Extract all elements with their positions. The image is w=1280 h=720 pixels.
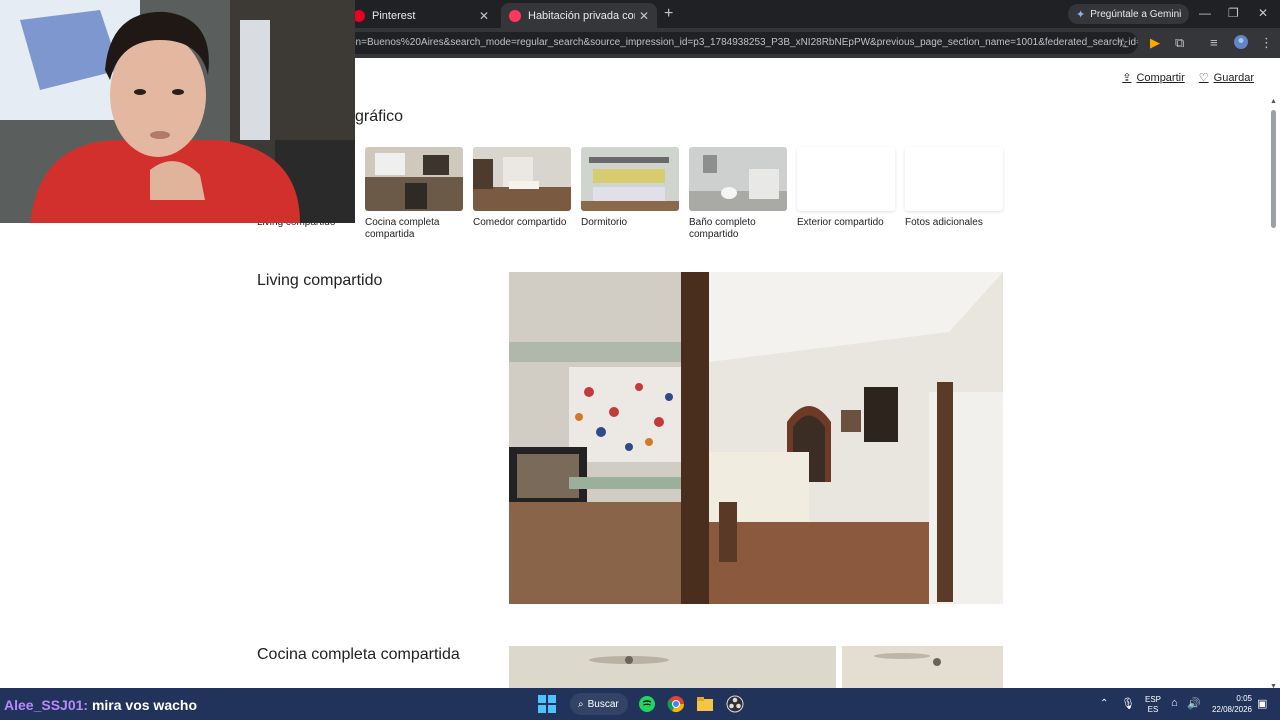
- listing-actions: ⇪ Compartir ♡ Guardar: [1122, 71, 1254, 85]
- tab-pinterest[interactable]: Pinterest ✕: [345, 3, 497, 28]
- kitchen-photo[interactable]: [509, 646, 836, 688]
- restore-icon[interactable]: ❐: [1228, 6, 1239, 20]
- extensions-puzzle-icon[interactable]: ⧉: [1175, 35, 1184, 51]
- share-label: Compartir: [1136, 71, 1185, 84]
- tab-title: Habitación privada con baño en: [528, 9, 635, 22]
- tab-title: Pinterest: [372, 9, 416, 22]
- obs-icon[interactable]: [726, 695, 744, 713]
- tray-chevron-icon[interactable]: ⌃: [1100, 698, 1108, 709]
- lang-top: ESP: [1145, 695, 1162, 704]
- thumbnail-kitchen[interactable]: Cocina completa compartida: [365, 147, 463, 241]
- page-scrollbar[interactable]: ▲ ▼: [1268, 98, 1280, 690]
- chrome-menu-icon[interactable]: ⋮: [1260, 35, 1273, 51]
- airbnb-favicon-icon: [509, 9, 521, 22]
- thumbnail-label: Cocina completa compartida: [365, 217, 440, 240]
- thumbnail-label: Fotos adicionales: [905, 217, 983, 228]
- webcam-overlay: [0, 0, 355, 223]
- chat-username: Alee_SSJ01:: [4, 697, 89, 713]
- taskbar-search-label: Buscar: [587, 698, 619, 710]
- thumbnail-image: [581, 147, 679, 211]
- save-label: Guardar: [1213, 71, 1254, 84]
- chrome-icon[interactable]: [667, 695, 685, 713]
- stream-chat-message: Alee_SSJ01: mira vos wacho: [4, 697, 197, 713]
- volume-icon[interactable]: 🔊: [1187, 697, 1201, 710]
- close-tab-icon[interactable]: ✕: [479, 9, 489, 23]
- thumbnail-image: [797, 147, 895, 211]
- thumbnail-additional[interactable]: Fotos adicionales: [905, 147, 1003, 229]
- gemini-button[interactable]: ✦ Pregúntale a Gemini: [1068, 4, 1190, 24]
- gemini-label: Pregúntale a Gemini: [1090, 8, 1182, 20]
- living-room-photo[interactable]: [509, 272, 1003, 604]
- thumbnail-label: Comedor compartido: [473, 217, 567, 228]
- thumbnail-label: Baño completo compartido: [689, 217, 756, 240]
- share-button[interactable]: ⇪ Compartir: [1122, 71, 1185, 85]
- chat-text: mira vos wacho: [91, 697, 197, 713]
- network-icon[interactable]: ⌂: [1171, 697, 1178, 709]
- windows-taskbar: Alee_SSJ01: mira vos wacho ⌕ Buscar ⌃ 🎙 …: [0, 688, 1280, 720]
- new-tab-button[interactable]: +: [664, 5, 673, 23]
- thumbnail-bathroom[interactable]: Baño completo compartido: [689, 147, 787, 241]
- bookmark-star-icon[interactable]: ☆: [1117, 35, 1129, 51]
- close-window-icon[interactable]: ✕: [1258, 6, 1268, 20]
- scroll-up-icon[interactable]: ▲: [1270, 98, 1277, 105]
- notifications-icon[interactable]: ▣: [1257, 697, 1267, 710]
- thumbnail-image: [905, 147, 1003, 211]
- media-controls-icon[interactable]: ≡: [1210, 35, 1218, 50]
- search-icon: ⌕: [578, 698, 584, 710]
- extension-play-icon[interactable]: ▶: [1150, 35, 1160, 51]
- thumbnail-exterior[interactable]: Exterior compartido: [797, 147, 895, 229]
- close-tab-icon[interactable]: ✕: [639, 9, 649, 23]
- thumbnail-image: [689, 147, 787, 211]
- scrollbar-thumb[interactable]: [1271, 110, 1276, 228]
- thumbnail-image: [365, 147, 463, 211]
- thumbnail-label: Dormitorio: [581, 217, 628, 228]
- share-icon: ⇪: [1122, 72, 1132, 84]
- photo-tour-heading: gráfico: [355, 108, 404, 125]
- thumbnail-label: Exterior compartido: [797, 217, 884, 228]
- thumbnail-dining[interactable]: Comedor compartido: [473, 147, 571, 229]
- lang-bottom: ES: [1147, 705, 1159, 714]
- spotify-icon[interactable]: [638, 695, 656, 713]
- thumbnail-image: [473, 147, 571, 211]
- section-title-kitchen: Cocina completa compartida: [257, 646, 460, 663]
- microphone-icon[interactable]: 🎙: [1121, 697, 1135, 710]
- kitchen-photo-2[interactable]: [842, 646, 1003, 688]
- tab-airbnb[interactable]: Habitación privada con baño en ✕: [501, 3, 657, 28]
- language-indicator[interactable]: ESP ES: [1145, 695, 1161, 715]
- file-explorer-icon[interactable]: [696, 695, 714, 713]
- clock-time: 0:05: [1236, 694, 1252, 703]
- thumbnail-bedroom[interactable]: Dormitorio: [581, 147, 679, 229]
- gemini-sparkle-icon: ✦: [1076, 8, 1086, 21]
- heart-icon: ♡: [1198, 72, 1209, 84]
- taskbar-search[interactable]: ⌕ Buscar: [570, 693, 628, 715]
- section-title-living: Living compartido: [257, 272, 383, 289]
- system-clock[interactable]: 0:05 22/08/2026: [1200, 693, 1252, 715]
- minimize-icon[interactable]: —: [1199, 6, 1211, 20]
- windows-start-icon[interactable]: [538, 695, 556, 713]
- url-field[interactable]: on=Buenos%20Aires&search_mode=regular_se…: [330, 32, 1138, 54]
- profile-avatar-icon[interactable]: [1234, 35, 1248, 52]
- save-button[interactable]: ♡ Guardar: [1198, 71, 1254, 85]
- clock-date: 22/08/2026: [1211, 705, 1252, 714]
